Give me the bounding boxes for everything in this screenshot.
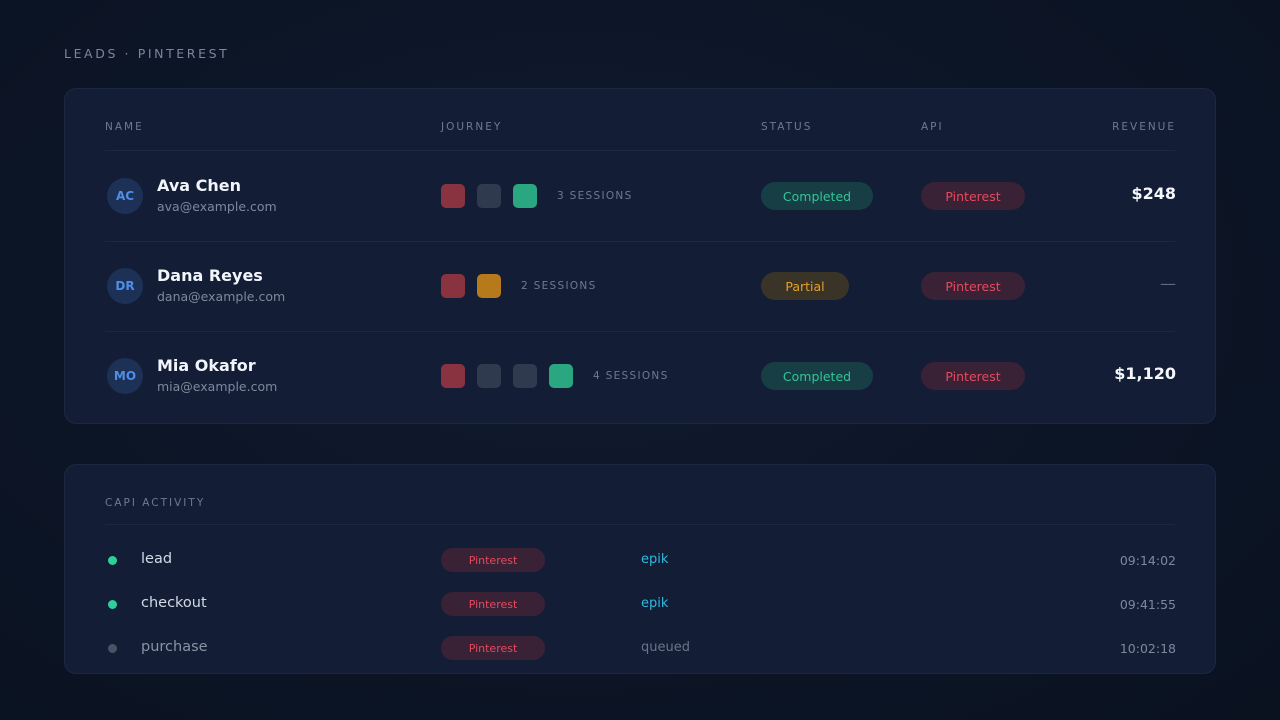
status-badge: Completed [761, 362, 873, 390]
avatar: AC [107, 178, 143, 214]
journey-step[interactable] [477, 364, 501, 388]
delivery-source[interactable]: epik [641, 552, 668, 567]
event-time: 10:02:18 [1119, 641, 1176, 656]
capi-activity-panel: CAPI ACTIVITY lead Pinterest epik 09:14:… [64, 464, 1216, 674]
delivery-source[interactable]: epik [641, 596, 668, 611]
journey-step[interactable] [513, 184, 537, 208]
journey-step[interactable] [477, 274, 501, 298]
lead-email: dana@example.com [157, 289, 286, 304]
column-header-api[interactable]: API [921, 121, 944, 133]
lead-email: ava@example.com [157, 199, 277, 214]
journey-steps: 4 SESSIONS [441, 364, 669, 388]
journey-step[interactable] [549, 364, 573, 388]
session-count: 2 SESSIONS [521, 280, 597, 292]
column-header-status[interactable]: STATUS [761, 121, 812, 133]
column-header-revenue[interactable]: REVENUE [1112, 121, 1176, 133]
event-name: purchase [141, 639, 208, 655]
api-badge: Pinterest [921, 182, 1025, 210]
lead-name[interactable]: Ava Chen [157, 176, 241, 195]
event-name: checkout [141, 595, 207, 611]
column-header-journey[interactable]: JOURNEY [441, 121, 502, 133]
journey-step[interactable] [477, 184, 501, 208]
api-badge: Pinterest [921, 362, 1025, 390]
status-dot-icon [108, 600, 117, 609]
revenue-value: $1,120 [1114, 364, 1176, 383]
status-badge: Completed [761, 182, 873, 210]
section-title: CAPI ACTIVITY [105, 497, 206, 509]
activity-row[interactable]: purchase Pinterest queued 10:02:18 [65, 626, 1215, 670]
event-time: 09:14:02 [1119, 553, 1176, 568]
journey-step[interactable] [513, 364, 537, 388]
journey-step[interactable] [441, 184, 465, 208]
lead-row[interactable]: DR Dana Reyes dana@example.com 2 SESSION… [65, 241, 1215, 331]
lead-row[interactable]: AC Ava Chen ava@example.com 3 SESSIONS C… [65, 151, 1215, 241]
column-header-name[interactable]: NAME [105, 121, 144, 133]
revenue-value: — [1160, 274, 1176, 293]
status-badge: Partial [761, 272, 849, 300]
lead-name[interactable]: Dana Reyes [157, 266, 263, 285]
revenue-value: $248 [1131, 184, 1176, 203]
header-divider [105, 524, 1175, 525]
avatar: MO [107, 358, 143, 394]
platform-badge: Pinterest [441, 636, 545, 660]
platform-badge: Pinterest [441, 592, 545, 616]
event-time: 09:41:55 [1119, 597, 1176, 612]
lead-email: mia@example.com [157, 379, 278, 394]
status-dot-icon [108, 644, 117, 653]
activity-row[interactable]: lead Pinterest epik 09:14:02 [65, 538, 1215, 582]
lead-row[interactable]: MO Mia Okafor mia@example.com 4 SESSIONS… [65, 331, 1215, 421]
platform-badge: Pinterest [441, 548, 545, 572]
page-title: LEADS · PINTEREST [64, 46, 230, 61]
api-badge: Pinterest [921, 272, 1025, 300]
journey-steps: 2 SESSIONS [441, 274, 597, 298]
leads-table: NAME JOURNEY STATUS API REVENUE AC Ava C… [64, 88, 1216, 424]
journey-step[interactable] [441, 364, 465, 388]
avatar: DR [107, 268, 143, 304]
session-count: 3 SESSIONS [557, 190, 633, 202]
journey-step[interactable] [441, 274, 465, 298]
session-count: 4 SESSIONS [593, 370, 669, 382]
lead-name[interactable]: Mia Okafor [157, 356, 256, 375]
activity-row[interactable]: checkout Pinterest epik 09:41:55 [65, 582, 1215, 626]
delivery-source: queued [641, 640, 690, 655]
event-name: lead [141, 551, 173, 567]
status-dot-icon [108, 556, 117, 565]
journey-steps: 3 SESSIONS [441, 184, 633, 208]
